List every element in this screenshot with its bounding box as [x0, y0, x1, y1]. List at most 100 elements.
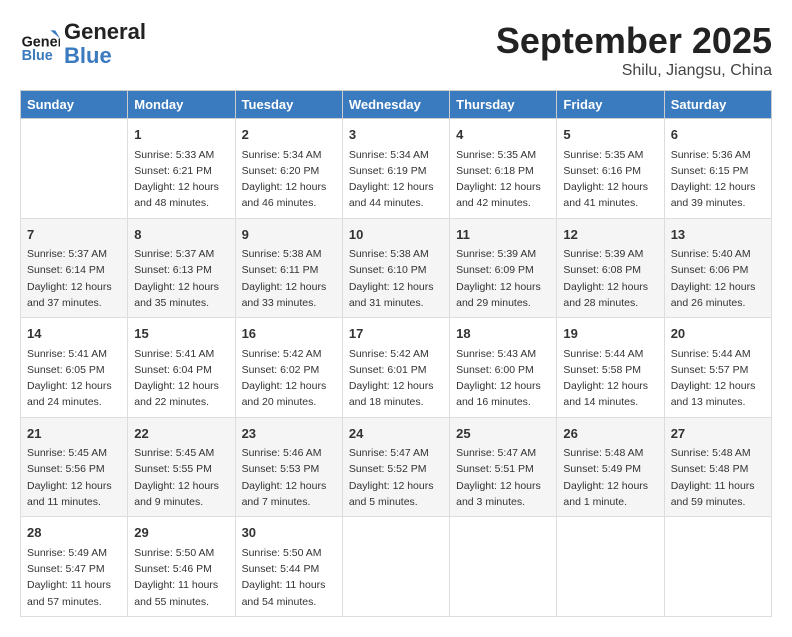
- day-number: 30: [242, 523, 336, 543]
- day-info: Sunrise: 5:34 AM Sunset: 6:19 PM Dayligh…: [349, 147, 443, 212]
- day-info: Sunrise: 5:38 AM Sunset: 6:10 PM Dayligh…: [349, 246, 443, 311]
- logo: General Blue General Blue: [20, 20, 146, 68]
- calendar-cell: 27Sunrise: 5:48 AM Sunset: 5:48 PM Dayli…: [664, 417, 771, 517]
- day-info: Sunrise: 5:38 AM Sunset: 6:11 PM Dayligh…: [242, 246, 336, 311]
- day-number: 16: [242, 324, 336, 344]
- day-number: 1: [134, 125, 228, 145]
- day-info: Sunrise: 5:48 AM Sunset: 5:48 PM Dayligh…: [671, 445, 765, 510]
- day-number: 5: [563, 125, 657, 145]
- calendar-cell: 17Sunrise: 5:42 AM Sunset: 6:01 PM Dayli…: [342, 318, 449, 418]
- day-info: Sunrise: 5:50 AM Sunset: 5:46 PM Dayligh…: [134, 545, 228, 610]
- calendar-cell: 25Sunrise: 5:47 AM Sunset: 5:51 PM Dayli…: [450, 417, 557, 517]
- day-number: 8: [134, 225, 228, 245]
- day-info: Sunrise: 5:47 AM Sunset: 5:52 PM Dayligh…: [349, 445, 443, 510]
- day-number: 26: [563, 424, 657, 444]
- weekday-header-wednesday: Wednesday: [342, 91, 449, 119]
- day-info: Sunrise: 5:47 AM Sunset: 5:51 PM Dayligh…: [456, 445, 550, 510]
- day-info: Sunrise: 5:48 AM Sunset: 5:49 PM Dayligh…: [563, 445, 657, 510]
- title-block: September 2025 Shilu, Jiangsu, China: [496, 20, 772, 80]
- weekday-header-saturday: Saturday: [664, 91, 771, 119]
- calendar-cell: 23Sunrise: 5:46 AM Sunset: 5:53 PM Dayli…: [235, 417, 342, 517]
- day-info: Sunrise: 5:42 AM Sunset: 6:01 PM Dayligh…: [349, 346, 443, 411]
- calendar-cell: [557, 517, 664, 617]
- day-info: Sunrise: 5:42 AM Sunset: 6:02 PM Dayligh…: [242, 346, 336, 411]
- calendar-cell: 26Sunrise: 5:48 AM Sunset: 5:49 PM Dayli…: [557, 417, 664, 517]
- day-info: Sunrise: 5:41 AM Sunset: 6:04 PM Dayligh…: [134, 346, 228, 411]
- calendar-cell: 8Sunrise: 5:37 AM Sunset: 6:13 PM Daylig…: [128, 218, 235, 318]
- calendar-cell: 20Sunrise: 5:44 AM Sunset: 5:57 PM Dayli…: [664, 318, 771, 418]
- day-number: 14: [27, 324, 121, 344]
- calendar-cell: 11Sunrise: 5:39 AM Sunset: 6:09 PM Dayli…: [450, 218, 557, 318]
- calendar-cell: 13Sunrise: 5:40 AM Sunset: 6:06 PM Dayli…: [664, 218, 771, 318]
- calendar-cell: 29Sunrise: 5:50 AM Sunset: 5:46 PM Dayli…: [128, 517, 235, 617]
- day-number: 23: [242, 424, 336, 444]
- page-header: General Blue General Blue September 2025…: [20, 20, 772, 80]
- weekday-header-friday: Friday: [557, 91, 664, 119]
- day-info: Sunrise: 5:39 AM Sunset: 6:08 PM Dayligh…: [563, 246, 657, 311]
- calendar-cell: 18Sunrise: 5:43 AM Sunset: 6:00 PM Dayli…: [450, 318, 557, 418]
- weekday-header-row: SundayMondayTuesdayWednesdayThursdayFrid…: [21, 91, 772, 119]
- day-number: 7: [27, 225, 121, 245]
- day-info: Sunrise: 5:40 AM Sunset: 6:06 PM Dayligh…: [671, 246, 765, 311]
- calendar-cell: 19Sunrise: 5:44 AM Sunset: 5:58 PM Dayli…: [557, 318, 664, 418]
- day-number: 2: [242, 125, 336, 145]
- day-number: 25: [456, 424, 550, 444]
- day-number: 29: [134, 523, 228, 543]
- calendar-cell: 6Sunrise: 5:36 AM Sunset: 6:15 PM Daylig…: [664, 119, 771, 219]
- calendar-cell: 22Sunrise: 5:45 AM Sunset: 5:55 PM Dayli…: [128, 417, 235, 517]
- month-title: September 2025: [496, 20, 772, 62]
- calendar-cell: 2Sunrise: 5:34 AM Sunset: 6:20 PM Daylig…: [235, 119, 342, 219]
- day-number: 15: [134, 324, 228, 344]
- day-info: Sunrise: 5:43 AM Sunset: 6:00 PM Dayligh…: [456, 346, 550, 411]
- day-info: Sunrise: 5:45 AM Sunset: 5:56 PM Dayligh…: [27, 445, 121, 510]
- day-number: 17: [349, 324, 443, 344]
- day-number: 11: [456, 225, 550, 245]
- week-row-2: 7Sunrise: 5:37 AM Sunset: 6:14 PM Daylig…: [21, 218, 772, 318]
- day-number: 13: [671, 225, 765, 245]
- calendar-cell: 1Sunrise: 5:33 AM Sunset: 6:21 PM Daylig…: [128, 119, 235, 219]
- day-number: 6: [671, 125, 765, 145]
- calendar-cell: [21, 119, 128, 219]
- calendar-cell: 14Sunrise: 5:41 AM Sunset: 6:05 PM Dayli…: [21, 318, 128, 418]
- day-number: 12: [563, 225, 657, 245]
- day-info: Sunrise: 5:50 AM Sunset: 5:44 PM Dayligh…: [242, 545, 336, 610]
- calendar-cell: 4Sunrise: 5:35 AM Sunset: 6:18 PM Daylig…: [450, 119, 557, 219]
- day-info: Sunrise: 5:35 AM Sunset: 6:18 PM Dayligh…: [456, 147, 550, 212]
- week-row-4: 21Sunrise: 5:45 AM Sunset: 5:56 PM Dayli…: [21, 417, 772, 517]
- weekday-header-tuesday: Tuesday: [235, 91, 342, 119]
- calendar-cell: 7Sunrise: 5:37 AM Sunset: 6:14 PM Daylig…: [21, 218, 128, 318]
- day-info: Sunrise: 5:49 AM Sunset: 5:47 PM Dayligh…: [27, 545, 121, 610]
- day-number: 3: [349, 125, 443, 145]
- week-row-1: 1Sunrise: 5:33 AM Sunset: 6:21 PM Daylig…: [21, 119, 772, 219]
- day-number: 9: [242, 225, 336, 245]
- week-row-3: 14Sunrise: 5:41 AM Sunset: 6:05 PM Dayli…: [21, 318, 772, 418]
- day-info: Sunrise: 5:33 AM Sunset: 6:21 PM Dayligh…: [134, 147, 228, 212]
- calendar-cell: 21Sunrise: 5:45 AM Sunset: 5:56 PM Dayli…: [21, 417, 128, 517]
- calendar-cell: [342, 517, 449, 617]
- calendar-cell: 15Sunrise: 5:41 AM Sunset: 6:04 PM Dayli…: [128, 318, 235, 418]
- week-row-5: 28Sunrise: 5:49 AM Sunset: 5:47 PM Dayli…: [21, 517, 772, 617]
- logo-line1: General: [64, 20, 146, 44]
- weekday-header-thursday: Thursday: [450, 91, 557, 119]
- day-number: 24: [349, 424, 443, 444]
- calendar-cell: 28Sunrise: 5:49 AM Sunset: 5:47 PM Dayli…: [21, 517, 128, 617]
- weekday-header-sunday: Sunday: [21, 91, 128, 119]
- day-info: Sunrise: 5:41 AM Sunset: 6:05 PM Dayligh…: [27, 346, 121, 411]
- day-info: Sunrise: 5:44 AM Sunset: 5:57 PM Dayligh…: [671, 346, 765, 411]
- day-info: Sunrise: 5:45 AM Sunset: 5:55 PM Dayligh…: [134, 445, 228, 510]
- day-info: Sunrise: 5:35 AM Sunset: 6:16 PM Dayligh…: [563, 147, 657, 212]
- weekday-header-monday: Monday: [128, 91, 235, 119]
- calendar-cell: [450, 517, 557, 617]
- calendar-cell: 10Sunrise: 5:38 AM Sunset: 6:10 PM Dayli…: [342, 218, 449, 318]
- day-info: Sunrise: 5:44 AM Sunset: 5:58 PM Dayligh…: [563, 346, 657, 411]
- calendar-cell: 9Sunrise: 5:38 AM Sunset: 6:11 PM Daylig…: [235, 218, 342, 318]
- day-info: Sunrise: 5:36 AM Sunset: 6:15 PM Dayligh…: [671, 147, 765, 212]
- day-number: 21: [27, 424, 121, 444]
- calendar-cell: 30Sunrise: 5:50 AM Sunset: 5:44 PM Dayli…: [235, 517, 342, 617]
- day-number: 10: [349, 225, 443, 245]
- day-info: Sunrise: 5:37 AM Sunset: 6:14 PM Dayligh…: [27, 246, 121, 311]
- calendar-cell: [664, 517, 771, 617]
- day-number: 19: [563, 324, 657, 344]
- day-number: 22: [134, 424, 228, 444]
- day-info: Sunrise: 5:46 AM Sunset: 5:53 PM Dayligh…: [242, 445, 336, 510]
